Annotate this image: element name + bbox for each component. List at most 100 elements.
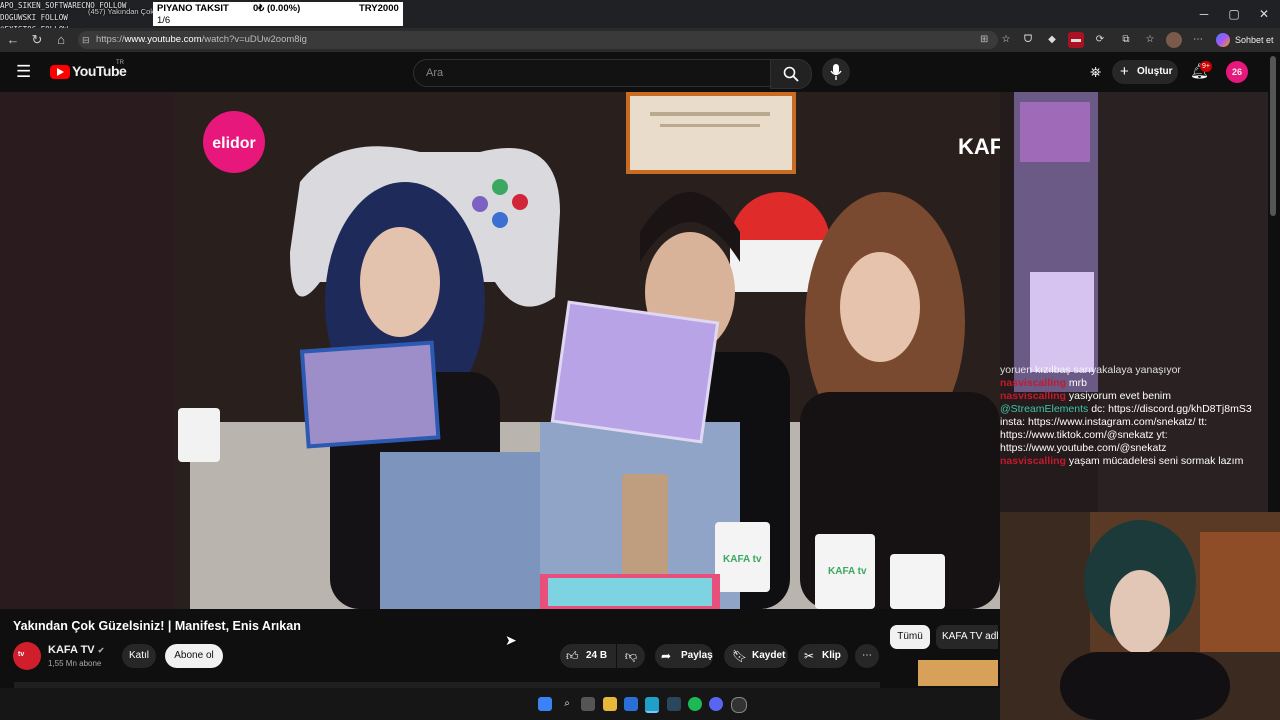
windows-taskbar <box>0 688 1000 720</box>
back-icon[interactable]: ← <box>4 31 22 49</box>
profile-avatar[interactable] <box>1166 32 1182 48</box>
recommended-thumbnail[interactable] <box>918 660 998 686</box>
steam-icon[interactable] <box>667 697 681 711</box>
mug-logo: KAFA tv <box>723 554 762 565</box>
video-frame: KAFA tv KAFA tv elidor KAFA tv <box>0 92 1000 609</box>
youtube-play-icon <box>50 65 70 79</box>
like-button[interactable]: 👍︎ 24 B <box>560 644 616 668</box>
favorites-icon[interactable]: ☆ <box>1142 32 1158 48</box>
goal-target: TRY2000 <box>359 3 399 14</box>
goal-name: PIYANO TAKSIT <box>157 3 229 14</box>
more-menu-icon[interactable]: ⋯ <box>1190 32 1206 48</box>
site-info-icon[interactable]: ⊟ <box>82 31 90 49</box>
filter-chip-all[interactable]: Tümü <box>890 625 930 649</box>
brand-logo-right: KAFA tv <box>958 134 1000 159</box>
share-icon: ➦ <box>661 649 672 663</box>
chat-message: @StreamElements dc: https://discord.gg/k… <box>1000 403 1268 455</box>
streamer-webcam <box>1000 512 1280 720</box>
chat-user: nasviscalling <box>1000 390 1066 402</box>
filter-chip-channel[interactable]: KAFA TV adlı <box>936 625 998 649</box>
minimize-icon[interactable]: ─ <box>1194 6 1214 22</box>
extension-diamond-icon[interactable]: ◆ <box>1044 32 1060 48</box>
microphone-icon <box>830 64 842 80</box>
mouse-cursor-icon: ➤ <box>505 632 517 648</box>
video-title: Yakından Çok Güzelsiniz! | Manifest, Eni… <box>13 619 301 633</box>
join-button[interactable]: Katıl <box>122 644 156 668</box>
video-player[interactable]: KAFA tv KAFA tv elidor KAFA tv <box>0 92 1000 609</box>
extension-refresh-icon[interactable]: ⟳ <box>1092 32 1108 48</box>
url-path: /watch?v=uDUw2oom8ig <box>201 34 307 45</box>
obs-icon[interactable] <box>731 697 747 713</box>
thumbs-down-icon: 👎︎ <box>624 649 638 663</box>
notification-badge: 9+ <box>1200 61 1212 72</box>
channel-name[interactable]: KAFA TV ✔ <box>48 644 104 656</box>
extension-glasses-icon[interactable]: ᗜ <box>1020 32 1036 48</box>
copilot-icon <box>1216 33 1230 47</box>
cast-icon[interactable]: ⛯ <box>1090 63 1108 81</box>
save-button[interactable]: 🔖︎ Kaydet <box>724 644 788 668</box>
share-label: Paylaş <box>681 650 713 661</box>
clip-label: Klip <box>822 650 841 661</box>
read-aloud-icon[interactable]: ⊞ <box>980 31 988 49</box>
search-icon <box>783 66 799 82</box>
webcam-frame <box>1000 512 1280 720</box>
subscriber-count: 1,55 Mn abone <box>48 659 102 668</box>
address-bar[interactable]: ⊟ https://www.youtube.com/watch?v=uDUw2o… <box>78 31 998 49</box>
maximize-icon[interactable]: ▢ <box>1224 6 1244 22</box>
chat-message: nasviscalling mrb <box>1000 377 1268 390</box>
share-button[interactable]: ➦ Paylaş <box>655 644 713 668</box>
search-box[interactable]: Ara <box>413 59 771 87</box>
home-icon[interactable]: ⌂ <box>52 31 70 49</box>
thumbs-up-icon: 👍︎ <box>566 649 579 663</box>
create-label: Oluştur <box>1137 66 1173 77</box>
chat-label: Sohbet et <box>1235 35 1274 45</box>
task-view-icon[interactable] <box>581 697 595 711</box>
region-code: TR <box>116 60 124 66</box>
spotify-icon[interactable] <box>688 697 702 711</box>
taskbar-search-icon[interactable]: ⌕ <box>560 697 574 711</box>
chat-text: yasiyorum evet benim <box>1068 390 1171 402</box>
create-button[interactable]: + Oluştur <box>1112 60 1178 84</box>
plus-icon: + <box>1120 63 1129 80</box>
chat-text: yaşam mücadelesi seni sormak lazım <box>1068 455 1244 467</box>
url-host: www.youtube.com <box>124 34 202 45</box>
extensions-icon[interactable]: ⧉ <box>1118 32 1134 48</box>
account-avatar[interactable]: 26 <box>1226 61 1248 83</box>
more-actions-button[interactable]: ⋯ <box>855 644 879 668</box>
subscribe-button[interactable]: Abone ol <box>165 644 223 668</box>
chat-user: @StreamElements <box>1000 403 1089 415</box>
brand-logo-left: elidor <box>212 135 256 152</box>
copilot-chat-button[interactable]: Sohbet et <box>1214 31 1276 49</box>
more-icon: ⋯ <box>862 650 872 661</box>
hamburger-menu-icon[interactable]: ☰ <box>16 62 38 82</box>
goal-amount: 0₺ (0.00%) <box>253 3 301 14</box>
chat-text: mrb <box>1068 377 1087 389</box>
chat-message: nasviscalling yaşam mücadelesi seni sorm… <box>1000 455 1268 468</box>
channel-avatar-logo: tv <box>18 651 25 658</box>
start-icon[interactable] <box>538 697 552 711</box>
file-explorer-icon[interactable] <box>603 697 617 711</box>
reload-icon[interactable]: ↻ <box>28 31 46 49</box>
edge-browser-icon[interactable] <box>645 697 659 713</box>
channel-name-text: KAFA TV <box>48 644 95 656</box>
channel-avatar[interactable]: tv <box>13 642 41 670</box>
ticker-line: DOGUWSKI FOLLOW <box>0 13 68 22</box>
search-placeholder: Ara <box>426 67 444 79</box>
url-prefix: https:// <box>96 34 125 45</box>
bookmark-icon: 🔖︎ <box>732 649 748 663</box>
chat-text: yoruen kızılbaş sarıyakalaya yanaşıyor <box>1000 364 1181 376</box>
mail-icon[interactable] <box>624 697 638 711</box>
chat-user: nasviscalling <box>1000 377 1066 389</box>
stream-chat-overlay: yoruen kızılbaş sarıyakalaya yanaşıyor n… <box>1000 364 1268 510</box>
tab-title-fragment: (457) Yakından Çok <box>88 7 155 16</box>
scissors-icon: ✂ <box>804 649 815 663</box>
extension-red-icon[interactable]: ▬ <box>1068 32 1084 48</box>
favorite-star-icon[interactable]: ☆ <box>998 32 1014 48</box>
search-button[interactable] <box>770 59 812 89</box>
page-scrollbar[interactable] <box>1270 56 1276 216</box>
close-icon[interactable]: ✕ <box>1254 6 1274 22</box>
dislike-button[interactable]: 👎︎ <box>617 644 645 668</box>
clip-button[interactable]: ✂ Klip <box>798 644 848 668</box>
voice-search-button[interactable] <box>822 58 850 86</box>
discord-icon[interactable] <box>709 697 723 711</box>
